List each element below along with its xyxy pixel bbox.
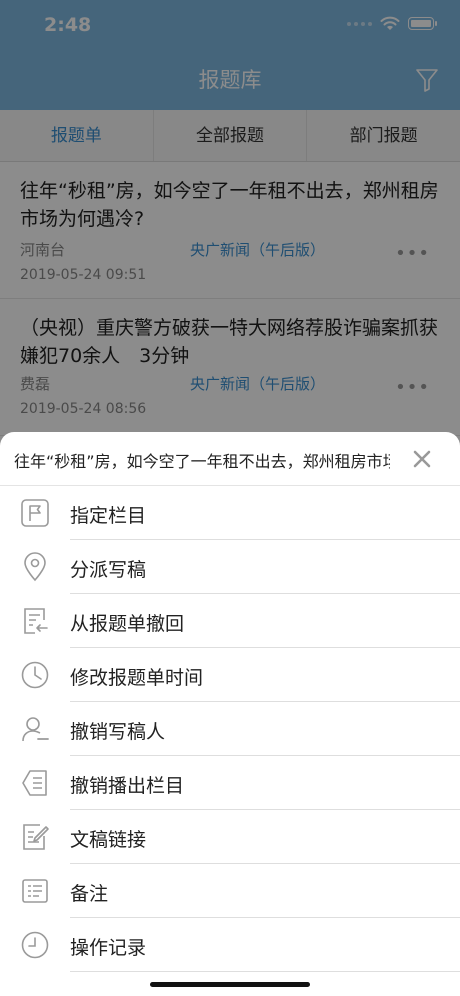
menu-item-label: 修改报题单时间	[70, 667, 204, 689]
menu-item-label: 备注	[70, 883, 109, 905]
menu-item-note[interactable]: 备注	[0, 864, 460, 918]
menu-item-history[interactable]: 操作记录	[0, 918, 460, 972]
action-sheet: 往年“秒租”房，如今空了一年租不出去，郑州租房市场为何遇冷? 指定栏目 分派写稿…	[0, 432, 460, 996]
doc-link-icon	[23, 824, 49, 850]
clock-icon	[21, 661, 49, 689]
menu-item-label: 文稿链接	[70, 829, 147, 851]
menu-item-assign-column[interactable]: 指定栏目	[0, 486, 460, 540]
note-icon	[22, 879, 48, 903]
menu-item-doc-link[interactable]: 文稿链接	[0, 810, 460, 864]
menu-item-revoke-column[interactable]: 撤销播出栏目	[0, 756, 460, 810]
close-icon[interactable]	[412, 449, 432, 469]
sheet-header: 往年“秒租”房，如今空了一年租不出去，郑州租房市场为何遇冷?	[0, 432, 460, 486]
sheet-title: 往年“秒租”房，如今空了一年租不出去，郑州租房市场为何遇冷?	[14, 452, 390, 471]
menu-item-assign-writing[interactable]: 分派写稿	[0, 540, 460, 594]
flag-icon	[21, 499, 49, 527]
menu-item-revoke-writer[interactable]: 撤销写稿人	[0, 702, 460, 756]
history-icon	[21, 931, 49, 959]
menu-item-label: 从报题单撤回	[70, 613, 185, 635]
menu-item-label: 撤销写稿人	[70, 721, 166, 743]
menu-item-modify-time[interactable]: 修改报题单时间	[0, 648, 460, 702]
withdraw-doc-icon	[24, 608, 48, 634]
menu-item-label: 分派写稿	[70, 559, 147, 581]
menu-item-label: 指定栏目	[70, 505, 147, 527]
menu-item-withdraw[interactable]: 从报题单撤回	[0, 594, 460, 648]
menu-item-label: 撤销播出栏目	[70, 775, 185, 797]
home-indicator[interactable]	[150, 982, 310, 987]
revoke-column-icon	[22, 770, 47, 796]
remove-user-icon	[22, 717, 49, 742]
menu-item-label: 操作记录	[70, 937, 147, 959]
location-pin-icon	[24, 552, 46, 582]
